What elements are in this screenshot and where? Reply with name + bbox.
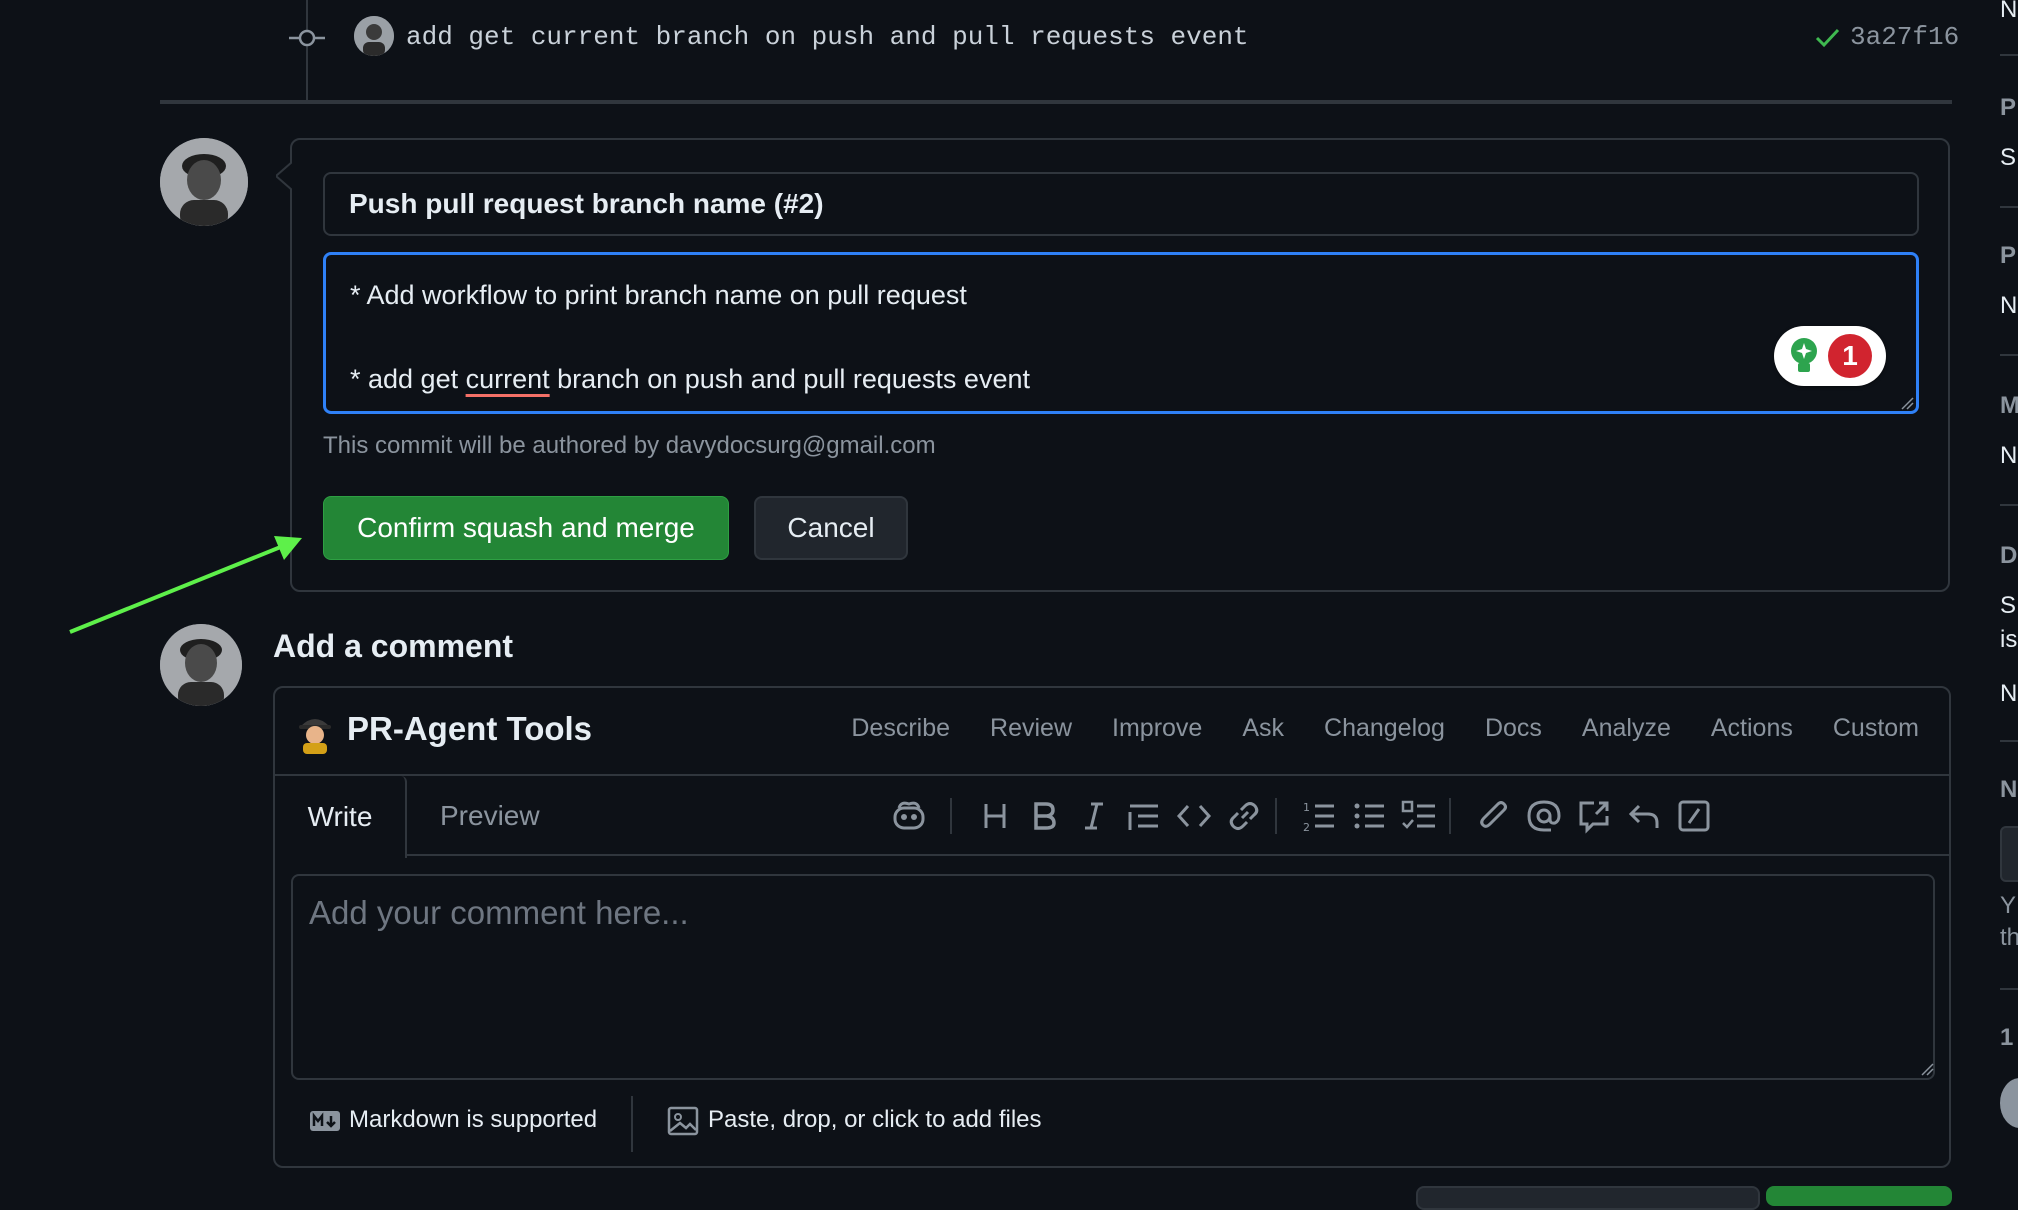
commit-title-input[interactable]: Push pull request branch name (#2)	[323, 172, 1919, 236]
sidebar-fragment: 1	[2000, 1024, 2014, 1051]
participant-avatar[interactable]	[2000, 1078, 2018, 1128]
sidebar-divider	[2000, 206, 2018, 208]
pr-agent-title: PR-Agent Tools	[347, 710, 593, 747]
quote-icon[interactable]	[1124, 796, 1164, 836]
timeline-divider	[160, 100, 1952, 104]
sidebar-divider	[2000, 988, 2018, 990]
bulleted-list-icon[interactable]	[1349, 796, 1389, 836]
pr-agent-toolbar: PR-Agent Tools Describe Review Improve A…	[275, 688, 1949, 776]
pr-agent-links: Describe Review Improve Ask Changelog Do…	[851, 714, 1919, 743]
link-icon[interactable]	[1224, 796, 1264, 836]
commit-body-line-2-suffix: branch on push and pull requests event	[549, 364, 1030, 394]
comment-submit-button[interactable]	[1766, 1186, 1952, 1206]
comment-textarea[interactable]: Add your comment here...	[291, 874, 1935, 1080]
attachment-icon[interactable]	[1474, 796, 1514, 836]
sidebar-fragment[interactable]: P	[2000, 94, 2016, 122]
sidebar-divider	[2000, 54, 2018, 56]
cross-reference-icon[interactable]	[1574, 796, 1614, 836]
resize-handle-icon[interactable]	[1900, 396, 1914, 410]
sidebar-fragment[interactable]: D	[2000, 542, 2017, 570]
sidebar-fragment: th	[2000, 924, 2018, 951]
svg-text:2: 2	[1303, 821, 1310, 834]
agent-link-review[interactable]: Review	[990, 714, 1072, 743]
footer-separator	[631, 1096, 633, 1152]
commit-message-link[interactable]: add get current branch on push and pull …	[406, 22, 1249, 52]
agent-link-changelog[interactable]: Changelog	[1324, 714, 1445, 743]
commit-sha-link[interactable]: 3a27f16	[1850, 22, 1959, 52]
agent-link-actions[interactable]: Actions	[1711, 714, 1793, 743]
tab-preview[interactable]: Preview	[440, 800, 540, 832]
confirm-squash-merge-button[interactable]: Confirm squash and merge	[323, 496, 729, 560]
add-files-link[interactable]: Paste, drop, or click to add files	[708, 1106, 1042, 1134]
sidebar-divider	[2000, 354, 2018, 356]
right-sidebar: N P S P N M N D S is N N Y th 1	[1990, 0, 2018, 1196]
add-comment-heading: Add a comment	[273, 628, 514, 664]
resize-handle-icon[interactable]	[1920, 1062, 1934, 1076]
viewer-avatar[interactable]	[160, 624, 242, 706]
toolbar-separator	[1449, 798, 1451, 834]
image-icon[interactable]	[667, 1106, 699, 1136]
grammar-checker-badge[interactable]: 1	[1774, 326, 1886, 386]
cancel-button[interactable]: Cancel	[754, 496, 908, 560]
commit-body-line-2: * add get current branch on push and pul…	[350, 359, 1892, 399]
commit-author-note: This commit will be authored by davydocs…	[323, 432, 936, 459]
editor-tabs-bar: Write Preview 12	[275, 776, 1949, 858]
agent-link-analyze[interactable]: Analyze	[1582, 714, 1671, 743]
sidebar-fragment: N	[2000, 292, 2018, 319]
sidebar-button[interactable]	[2000, 826, 2018, 882]
copilot-icon[interactable]	[889, 796, 929, 836]
heading-icon[interactable]	[975, 796, 1015, 836]
sidebar-fragment[interactable]: M	[2000, 392, 2018, 420]
agent-link-custom[interactable]: Custom	[1833, 714, 1919, 743]
grammar-issue-count: 1	[1828, 334, 1872, 378]
sidebar-fragment: is	[2000, 626, 2018, 653]
commit-body-line-2-prefix: * add get	[350, 364, 466, 394]
mention-icon[interactable]	[1524, 796, 1564, 836]
commit-author-avatar[interactable]	[354, 16, 394, 56]
italic-icon[interactable]	[1074, 796, 1114, 836]
speech-caret	[276, 162, 292, 190]
close-pull-request-button[interactable]	[1416, 1186, 1760, 1210]
commit-node-icon	[289, 29, 325, 47]
sidebar-fragment: N	[2000, 0, 2018, 23]
spelling-flagged-word[interactable]: current	[466, 364, 550, 394]
merge-author-avatar[interactable]	[160, 138, 248, 226]
svg-text:1: 1	[1303, 801, 1310, 814]
check-icon[interactable]	[1812, 22, 1842, 52]
slash-command-icon[interactable]	[1674, 796, 1714, 836]
sidebar-fragment: S	[2000, 592, 2017, 619]
sidebar-divider	[2000, 504, 2018, 506]
sidebar-divider	[2000, 740, 2018, 742]
sidebar-fragment: Y	[2000, 892, 2017, 919]
sidebar-fragment: S	[2000, 144, 2017, 171]
bold-icon[interactable]	[1024, 796, 1064, 836]
agent-link-ask[interactable]: Ask	[1242, 714, 1284, 743]
numbered-list-icon[interactable]: 12	[1299, 796, 1339, 836]
markdown-supported-link[interactable]: Markdown is supported	[349, 1106, 597, 1134]
toolbar-separator	[1275, 798, 1277, 834]
annotation-arrow-icon	[69, 536, 302, 634]
sidebar-fragment[interactable]: P	[2000, 242, 2016, 270]
comment-footer: Markdown is supported Paste, drop, or cl…	[275, 1096, 1949, 1156]
sidebar-fragment[interactable]: N	[2000, 776, 2017, 804]
code-icon[interactable]	[1174, 796, 1214, 836]
tab-write[interactable]: Write	[275, 776, 407, 858]
detective-icon	[299, 719, 331, 754]
agent-link-improve[interactable]: Improve	[1112, 714, 1202, 743]
reply-icon[interactable]	[1624, 796, 1664, 836]
markdown-icon[interactable]	[309, 1110, 341, 1132]
task-list-icon[interactable]	[1399, 796, 1439, 836]
agent-link-describe[interactable]: Describe	[851, 714, 950, 743]
lightbulb-icon	[1791, 338, 1817, 372]
sidebar-fragment: N	[2000, 680, 2018, 707]
agent-link-docs[interactable]: Docs	[1485, 714, 1542, 743]
commit-body-textarea[interactable]: * Add workflow to print branch name on p…	[323, 252, 1919, 414]
toolbar-separator	[950, 798, 952, 834]
commit-body-line-1: * Add workflow to print branch name on p…	[350, 280, 967, 310]
sidebar-fragment: N	[2000, 442, 2018, 469]
